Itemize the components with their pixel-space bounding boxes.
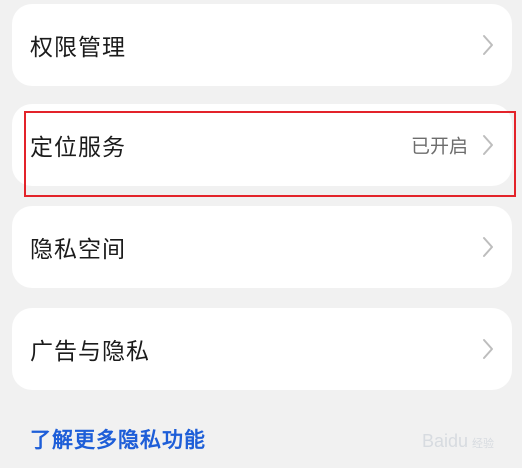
chevron-right-icon	[482, 34, 494, 56]
settings-item-label: 定位服务	[30, 135, 126, 161]
settings-item-label: 广告与隐私	[30, 339, 150, 365]
watermark-text: Baidu	[421, 431, 468, 451]
chevron-right-icon	[482, 134, 494, 156]
chevron-right-icon	[482, 236, 494, 258]
watermark-logo: Baidu 经验	[422, 431, 494, 452]
settings-item-private-space[interactable]: 隐私空间	[12, 206, 512, 288]
watermark-subtext: 经验	[472, 438, 494, 450]
learn-more-privacy-link[interactable]: 了解更多隐私功能	[30, 424, 206, 454]
chevron-right-icon	[482, 338, 494, 360]
settings-item-label: 权限管理	[30, 35, 126, 61]
settings-item-location-service[interactable]: 定位服务 已开启	[12, 104, 512, 186]
status-value: 已开启	[410, 135, 468, 158]
settings-item-ads-and-privacy[interactable]: 广告与隐私	[12, 308, 512, 390]
settings-item-permission-management[interactable]: 权限管理	[12, 4, 512, 86]
settings-item-label: 隐私空间	[30, 237, 126, 263]
